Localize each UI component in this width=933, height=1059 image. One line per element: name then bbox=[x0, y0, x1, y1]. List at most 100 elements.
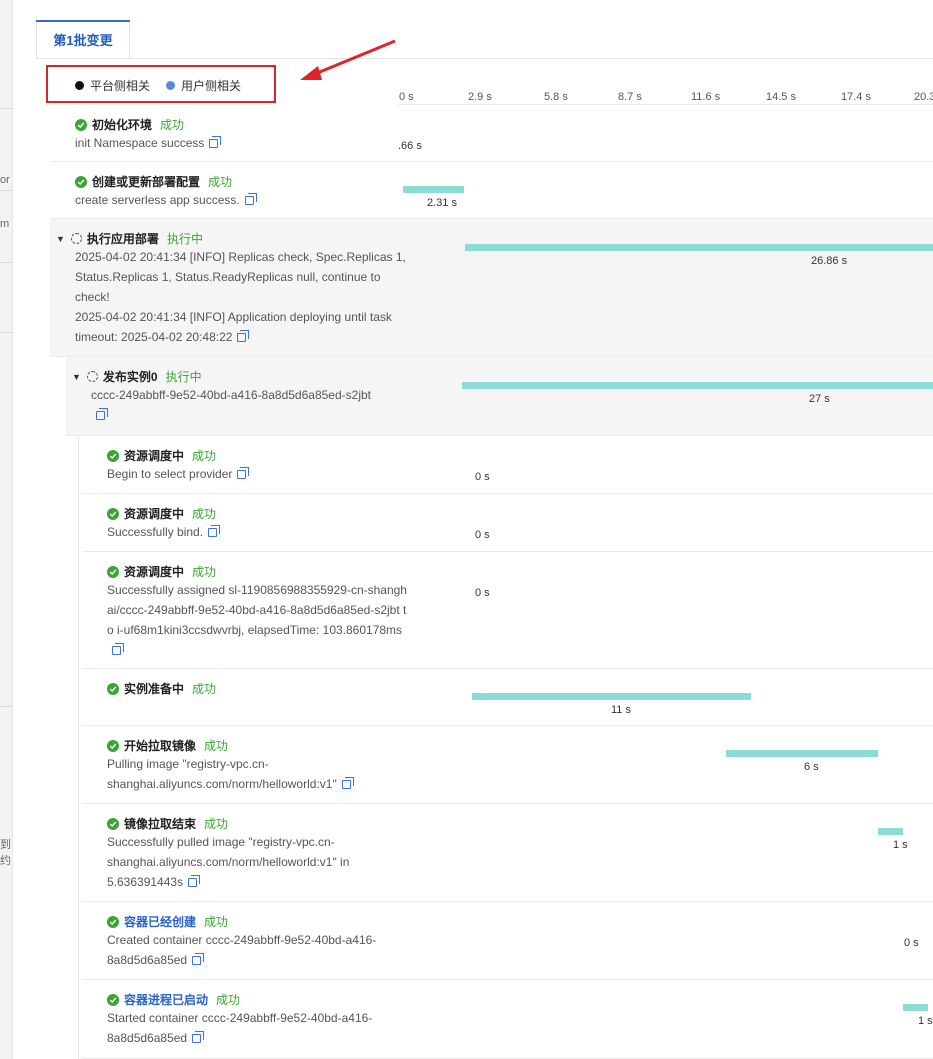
step-status: 成功 bbox=[204, 915, 229, 929]
step-duration: .66 s bbox=[398, 140, 422, 152]
step-row[interactable]: 初始化环境 成功 init Namespace success .66 s bbox=[50, 106, 933, 162]
legend-label: 用户侧相关 bbox=[181, 79, 242, 93]
step-title: 资源调度中 bbox=[124, 449, 185, 463]
success-check-icon bbox=[107, 817, 119, 830]
step-duration: 1 s bbox=[893, 839, 908, 851]
step-status: 成功 bbox=[192, 565, 217, 579]
copy-icon[interactable] bbox=[96, 408, 108, 421]
step-row[interactable]: 容器已经创建 成功 Created container cccc-249abbf… bbox=[82, 902, 933, 980]
duration-bar bbox=[903, 1004, 928, 1011]
loading-spinner-icon bbox=[86, 371, 98, 382]
step-row[interactable]: 实例准备中 成功 11 s bbox=[82, 669, 933, 726]
copy-icon[interactable] bbox=[192, 953, 205, 966]
success-check-icon bbox=[75, 175, 87, 188]
legend-dot-icon bbox=[166, 81, 175, 90]
step-desc: 2025-04-02 20:41:34 [INFO] Replicas chec… bbox=[75, 250, 406, 344]
tab-batch-1[interactable]: 第1批变更 bbox=[36, 20, 130, 58]
legend: 平台侧相关 用户侧相关 bbox=[46, 65, 276, 103]
step-duration: 0 s bbox=[475, 471, 490, 483]
step-duration: 1 s bbox=[918, 1015, 933, 1027]
axis-tick: 0 s bbox=[399, 91, 414, 103]
copy-icon[interactable] bbox=[192, 1031, 205, 1044]
copy-icon[interactable] bbox=[237, 330, 250, 343]
copy-icon[interactable] bbox=[208, 525, 221, 538]
step-status: 执行中 bbox=[166, 232, 203, 246]
clipped-text: m bbox=[0, 218, 10, 230]
copy-icon[interactable] bbox=[244, 193, 257, 206]
divider bbox=[0, 332, 12, 333]
copy-icon[interactable] bbox=[209, 136, 222, 149]
axis-tick: 20.3 bbox=[914, 91, 933, 103]
step-row[interactable]: 开始拉取镜像 成功 Pulling image "registry-vpc.cn… bbox=[82, 726, 933, 804]
step-status: 成功 bbox=[204, 817, 229, 831]
step-duration: 6 s bbox=[804, 761, 819, 773]
step-row[interactable]: 资源调度中 成功 Successfully assigned sl-119085… bbox=[82, 552, 933, 669]
step-row[interactable]: 镜像拉取结束 成功 Successfully pulled image "reg… bbox=[82, 804, 933, 902]
copy-icon[interactable] bbox=[188, 875, 201, 888]
step-status: 成功 bbox=[192, 507, 217, 521]
step-duration: 26.86 s bbox=[811, 255, 848, 267]
success-check-icon bbox=[75, 118, 87, 131]
duration-bar bbox=[465, 244, 933, 251]
step-title: 镜像拉取结束 bbox=[124, 817, 197, 831]
axis-tick: 8.7 s bbox=[618, 91, 642, 103]
step-desc: Successfully bind. bbox=[107, 522, 437, 542]
duration-bar bbox=[403, 186, 464, 193]
success-check-icon bbox=[107, 507, 119, 520]
step-status: 成功 bbox=[160, 118, 185, 132]
step-row[interactable]: 资源调度中 成功 Successfully bind. 0 s bbox=[82, 494, 933, 552]
step-title: 开始拉取镜像 bbox=[124, 739, 197, 753]
step-desc: create serverless app success. bbox=[75, 190, 405, 210]
step-duration: 27 s bbox=[809, 393, 830, 405]
duration-bar bbox=[462, 382, 933, 389]
step-duration: 11 s bbox=[611, 704, 631, 716]
copy-icon[interactable] bbox=[237, 467, 250, 480]
step-duration: 0 s bbox=[904, 937, 919, 949]
step-row[interactable]: 创建或更新部署配置 成功 create serverless app succe… bbox=[50, 162, 933, 219]
collapse-caret-icon[interactable]: ▼ bbox=[56, 234, 65, 244]
clipped-text: or bbox=[0, 174, 10, 186]
step-status: 成功 bbox=[192, 449, 217, 463]
copy-icon[interactable] bbox=[112, 643, 124, 656]
axis-tick: 14.5 s bbox=[766, 91, 796, 103]
duration-bar bbox=[878, 828, 903, 835]
step-desc: Begin to select provider bbox=[107, 464, 437, 484]
duration-bar bbox=[726, 750, 878, 757]
tree-guide-line bbox=[78, 436, 79, 1059]
copy-icon[interactable] bbox=[341, 777, 354, 790]
legend-label: 平台侧相关 bbox=[90, 79, 151, 93]
divider bbox=[0, 262, 12, 263]
step-status: 成功 bbox=[204, 739, 229, 753]
success-check-icon bbox=[107, 993, 119, 1006]
step-title: 资源调度中 bbox=[124, 507, 185, 521]
clipped-text: 到约 bbox=[0, 839, 11, 867]
step-desc: Started container cccc-249abbff-9e52-40b… bbox=[107, 1011, 373, 1045]
step-title: 创建或更新部署配置 bbox=[92, 175, 201, 189]
duration-bar bbox=[472, 693, 751, 700]
step-row-expanded[interactable]: ▼ 执行应用部署 执行中 2025-04-02 20:41:34 [INFO] … bbox=[50, 219, 933, 357]
step-row-expanded[interactable]: ▼ 发布实例0 执行中 cccc-249abbff-9e52-40bd-a416… bbox=[66, 357, 933, 436]
step-title: 初始化环境 bbox=[92, 118, 153, 132]
axis-tick: 2.9 s bbox=[468, 91, 492, 103]
step-status: 成功 bbox=[208, 175, 233, 189]
axis-tick: 11.6 s bbox=[691, 91, 721, 103]
step-desc: init Namespace success bbox=[75, 133, 405, 153]
annotation-arrow-icon bbox=[300, 39, 396, 80]
success-check-icon bbox=[107, 682, 119, 695]
step-title: 资源调度中 bbox=[124, 565, 185, 579]
step-row[interactable]: 容器进程已启动 成功 Started container cccc-249abb… bbox=[82, 980, 933, 1059]
legend-item-user: 用户侧相关 bbox=[166, 77, 241, 94]
step-duration: 0 s bbox=[475, 529, 490, 541]
collapse-caret-icon[interactable]: ▼ bbox=[72, 372, 81, 382]
step-title: 发布实例0 bbox=[102, 370, 158, 384]
success-check-icon bbox=[107, 915, 119, 928]
success-check-icon bbox=[107, 565, 119, 578]
step-duration: 2.31 s bbox=[427, 197, 457, 209]
step-row[interactable]: 资源调度中 成功 Begin to select provider 0 s bbox=[82, 436, 933, 494]
success-check-icon bbox=[107, 739, 119, 752]
step-title: 容器已经创建 bbox=[124, 915, 197, 929]
success-check-icon bbox=[107, 449, 119, 462]
step-title: 容器进程已启动 bbox=[124, 993, 209, 1007]
legend-dot-icon bbox=[75, 81, 84, 90]
axis-line bbox=[398, 104, 933, 105]
